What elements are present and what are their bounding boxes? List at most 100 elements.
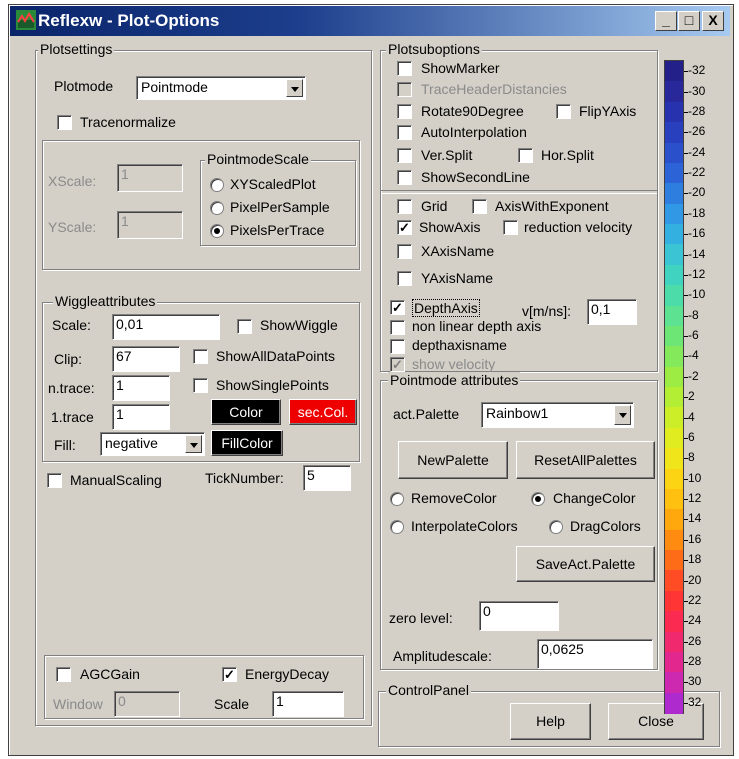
zero-level-input[interactable]: 0 [479, 601, 559, 631]
first-trace-input[interactable]: 1 [112, 404, 170, 430]
palette-select[interactable]: Rainbow1 [481, 402, 634, 428]
tracenormalize-checkbox[interactable] [57, 115, 72, 130]
color-swatch[interactable] [665, 61, 683, 82]
pixelspertrace-radio[interactable] [210, 224, 224, 238]
color-palette-bar[interactable] [664, 60, 684, 714]
color-swatch[interactable] [665, 387, 683, 408]
color-bar-tick-label: 2 [688, 389, 695, 404]
chevron-down-icon[interactable] [286, 79, 303, 97]
showvelocity-checkbox[interactable]: ✓ [390, 357, 405, 372]
amplitudescale-input[interactable]: 0,0625 [537, 639, 653, 669]
color-swatch[interactable] [665, 224, 683, 245]
yaxisname-checkbox[interactable] [397, 271, 412, 286]
xscale-input[interactable]: 1 [117, 164, 183, 192]
chevron-down-icon[interactable] [614, 405, 631, 425]
color-swatch[interactable] [665, 264, 683, 286]
color-swatch[interactable] [665, 448, 683, 469]
changecolor-label: ChangeColor [553, 490, 636, 506]
velocity-input[interactable]: 0,1 [587, 299, 637, 325]
color-swatch[interactable] [665, 101, 683, 123]
color-swatch[interactable] [665, 81, 683, 103]
color-swatch[interactable] [665, 570, 683, 592]
removecolor-radio[interactable] [390, 492, 404, 506]
color-swatch[interactable] [665, 590, 683, 612]
energydecay-checkbox[interactable]: ✓ [222, 667, 237, 682]
color-swatch[interactable] [665, 285, 683, 306]
axiswithexponent-checkbox[interactable] [472, 199, 487, 214]
new-palette-button[interactable]: NewPalette [398, 441, 508, 479]
color-swatch[interactable] [665, 611, 683, 632]
reductionvelocity-checkbox[interactable] [503, 220, 518, 235]
color-swatch[interactable] [665, 183, 683, 205]
rotate90-checkbox[interactable] [397, 104, 412, 119]
color-swatch[interactable] [665, 162, 683, 184]
autointerpolation-checkbox[interactable] [397, 125, 412, 140]
fill-select[interactable]: negative [100, 432, 205, 456]
divider [381, 190, 657, 194]
wiggle-scale-input[interactable]: 0,01 [112, 314, 220, 340]
color-swatch[interactable] [665, 488, 683, 510]
yscale-input[interactable]: 1 [117, 211, 183, 239]
color-swatch[interactable] [665, 651, 683, 673]
depthaxisname-checkbox[interactable] [390, 339, 405, 354]
plotmode-value: Pointmode [141, 79, 208, 95]
interpolatecolors-radio[interactable] [390, 520, 404, 534]
showsinglepoints-checkbox[interactable] [193, 378, 208, 393]
color-swatch[interactable] [665, 692, 683, 714]
depthaxisname-label: depthaxisname [412, 337, 507, 353]
fillcolor-button[interactable]: FillColor [211, 430, 283, 456]
xaxisname-checkbox[interactable] [397, 244, 412, 259]
energy-scale-input[interactable]: 1 [272, 691, 344, 717]
color-swatch[interactable] [665, 468, 683, 490]
color-swatch[interactable] [665, 550, 683, 571]
energydecay-label: EnergyDecay [245, 666, 330, 682]
horsplit-checkbox[interactable] [518, 148, 533, 163]
save-palette-button[interactable]: SaveAct.Palette [516, 546, 655, 582]
traceheaderdistancies-checkbox[interactable] [397, 82, 412, 97]
color-button[interactable]: Color [211, 399, 281, 425]
window-input[interactable]: 0 [114, 691, 180, 717]
color-swatch[interactable] [665, 244, 683, 266]
showalldatapoints-checkbox[interactable] [193, 349, 208, 364]
reset-palettes-button[interactable]: ResetAllPalettes [516, 441, 655, 479]
sec-color-button[interactable]: sec.Col. [289, 399, 357, 425]
color-swatch[interactable] [665, 122, 683, 143]
chevron-down-icon[interactable] [185, 435, 202, 453]
grid-checkbox[interactable] [397, 199, 412, 214]
color-swatch[interactable] [665, 509, 683, 531]
color-swatch[interactable] [665, 427, 683, 449]
versplit-checkbox[interactable] [397, 148, 412, 163]
showwiggle-checkbox[interactable] [237, 319, 252, 334]
clip-input[interactable]: 67 [112, 346, 180, 372]
pixelpersample-radio[interactable] [210, 201, 224, 215]
showaxis-checkbox[interactable]: ✓ [397, 220, 412, 235]
showsecondline-checkbox[interactable] [397, 170, 412, 185]
color-swatch[interactable] [665, 631, 683, 653]
showmarker-checkbox[interactable] [397, 61, 412, 76]
color-swatch[interactable] [665, 305, 683, 327]
color-swatch[interactable] [665, 142, 683, 164]
color-swatch[interactable] [665, 407, 683, 429]
nonlineardepth-checkbox[interactable] [390, 320, 405, 335]
changecolor-radio[interactable] [531, 492, 545, 506]
manualscaling-checkbox[interactable] [47, 473, 62, 488]
color-swatch[interactable] [665, 366, 683, 388]
maximize-button[interactable]: □ [678, 11, 700, 31]
xyscaledplot-radio[interactable] [210, 178, 224, 192]
help-button[interactable]: Help [510, 703, 591, 740]
color-swatch[interactable] [665, 672, 683, 694]
pixelspertrace-label: PixelsPerTrace [230, 222, 325, 238]
depthaxis-checkbox[interactable]: ✓ [390, 300, 405, 315]
ticknumber-input[interactable]: 5 [303, 465, 351, 491]
minimize-button[interactable]: _ [655, 11, 677, 31]
color-swatch[interactable] [665, 529, 683, 551]
plotmode-select[interactable]: Pointmode [136, 76, 306, 100]
close-window-button[interactable]: X [702, 11, 724, 31]
flipyaxis-checkbox[interactable] [556, 104, 571, 119]
agcgain-checkbox[interactable] [56, 667, 71, 682]
dragcolors-radio[interactable] [549, 520, 563, 534]
ntrace-input[interactable]: 1 [112, 375, 170, 401]
color-swatch[interactable] [665, 203, 683, 225]
color-swatch[interactable] [665, 325, 683, 347]
color-swatch[interactable] [665, 346, 683, 368]
